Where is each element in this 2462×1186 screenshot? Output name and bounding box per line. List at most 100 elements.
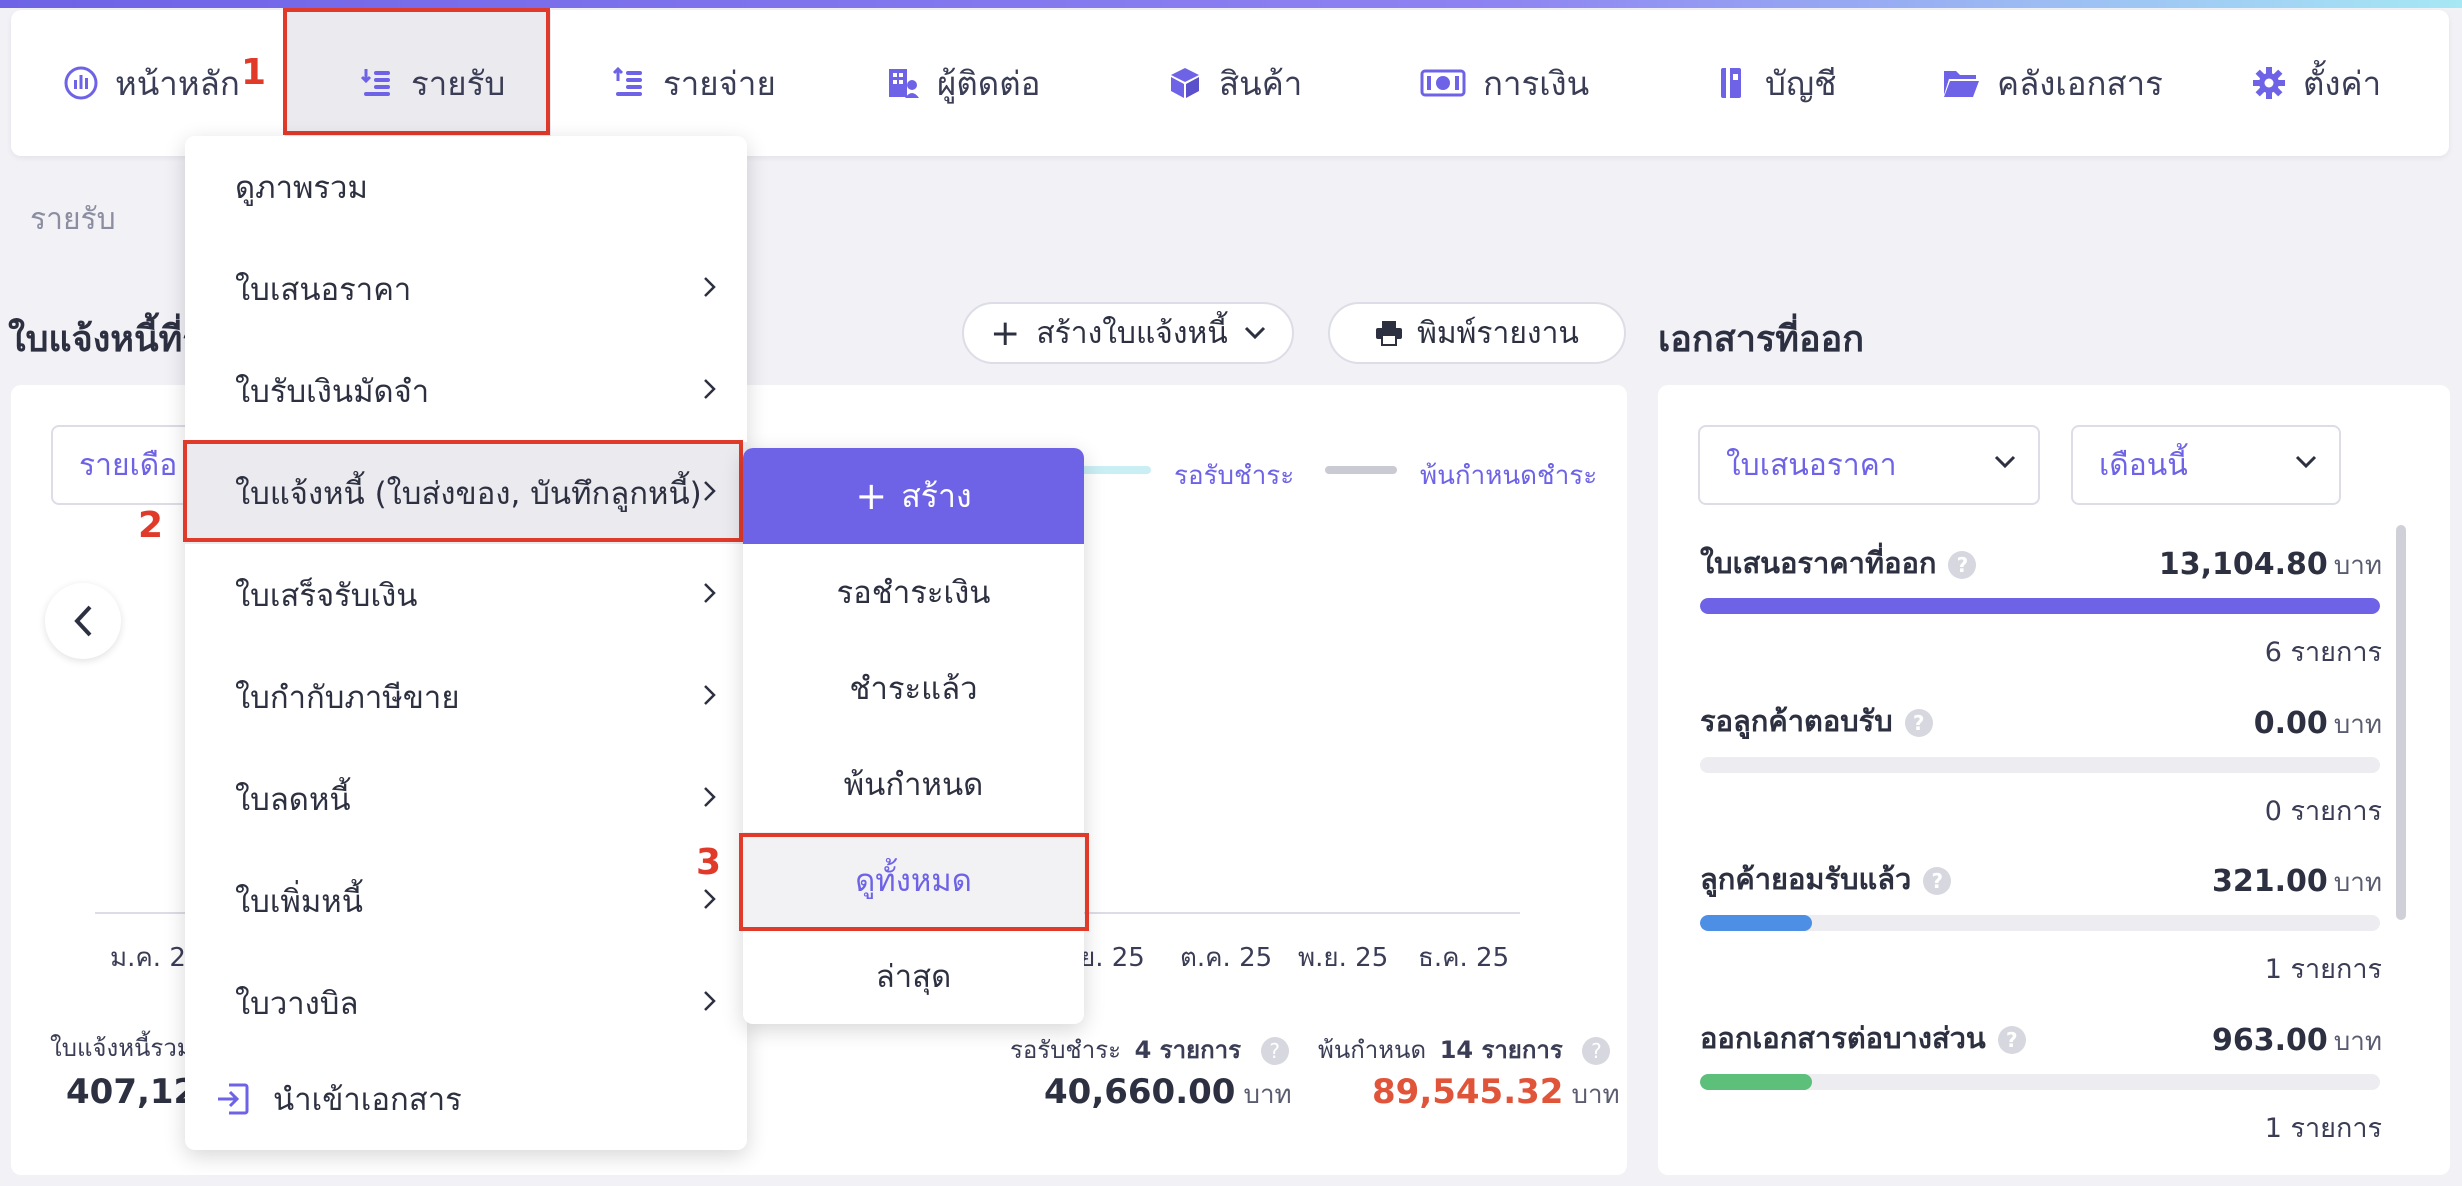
doc-row-title: ใบเสนอราคาที่ออก? [1700,540,1977,586]
help-icon[interactable]: ? [1260,1037,1289,1065]
nav-item-accounting[interactable]: บัญชี [1713,10,1836,156]
doc-row-bar [1700,915,2380,931]
account-book-icon [1721,68,1741,98]
nav-item-documents[interactable]: คลังเอกสาร [1941,10,2163,156]
money-icon [1420,69,1466,97]
submenu-item-latest[interactable]: ล่าสุด [743,928,1084,1024]
invoice-section-title: ใบแจ้งหนี้ที่รั [8,319,202,360]
submenu-item-overdue[interactable]: พ้นกำหนด [743,736,1084,832]
overdue-count: 14 รายการ [1439,1036,1563,1064]
doc-row-amount: 321.00 บาท [2211,864,2382,899]
nav-label: คลังเอกสาร [1997,63,2163,103]
dashboard-icon [64,66,98,100]
help-icon[interactable]: ? [1948,551,1977,579]
menu-item-import-documents[interactable]: นำเข้าเอกสาร [185,1048,747,1150]
nav-label: ตั้งค่า [2303,63,2382,103]
pending-value-row: 40,660.00 บาท [1044,1072,1292,1115]
nav-label: หน้าหลัก [115,63,240,103]
nav-label: รายจ่าย [663,63,776,103]
nav-item-products[interactable]: สินค้า [1167,10,1302,156]
nav-item-home[interactable]: หน้าหลัก [63,10,240,156]
chevron-right-icon [704,889,716,909]
pending-stat-label: รอรับชำระ 4 รายการ ? [1010,1030,1289,1069]
plus-icon: + [990,312,1021,354]
print-report-label: พิมพ์รายงาน [1417,315,1579,351]
overdue-unit: บาท [1571,1080,1620,1110]
nav-item-contacts[interactable]: ผู้ติดต่อ [885,10,1040,156]
overdue-label: พ้นกำหนด [1318,1036,1427,1064]
x-tick-label: ย. 25 [1080,943,1145,973]
submenu-item-paid[interactable]: ชำระแล้ว [743,640,1084,736]
overdue-stat-label: พ้นกำหนด 14 รายการ ? [1318,1030,1611,1069]
invoice-total-value: 407,12 [66,1072,198,1112]
chevron-down-icon [1244,326,1265,340]
create-invoice-label: สร้างใบแจ้งหนี้ [1036,315,1228,351]
doc-type-select-value: ใบเสนอราคา [1726,447,1897,483]
highlight-income-nav [283,8,550,135]
x-tick-label: ต.ค. 25 [1180,943,1273,973]
doc-row-bar [1700,1074,2380,1090]
menu-item-quotation[interactable]: ใบเสนอราคา [185,238,747,340]
step-label-2: 2 [138,505,164,546]
doc-period-select-value: เดือนนี้ [2099,447,2188,483]
gear-icon [2253,67,2285,99]
help-icon[interactable]: ? [1904,709,1933,737]
pending-value: 40,660.00 [1044,1072,1236,1112]
menu-item-debit-note[interactable]: ใบเพิ่มหนี้ [185,850,747,952]
income-dropdown-menu: ดูภาพรวม ใบเสนอราคา ใบรับเงินมัดจำ ใบแจ้… [185,136,747,1150]
docs-scrollbar[interactable] [2396,525,2406,920]
nav-item-finance[interactable]: การเงิน [1419,10,1589,156]
nav-item-expense[interactable]: รายจ่าย [611,10,776,156]
doc-row-bar-fill [1700,598,2380,614]
folder-icon [1944,71,1979,97]
doc-row-bar-fill [1700,915,1813,931]
doc-row-title: รอลูกค้าตอบรับ? [1700,698,1933,744]
help-icon[interactable]: ? [1997,1026,2026,1054]
issued-docs-title: เอกสารที่ออก [1658,319,1865,360]
legend-swatch-overdue [1325,466,1397,474]
doc-row-count: 1 รายการ [2264,1113,2382,1144]
import-icon [218,1083,249,1115]
menu-item-billing-note[interactable]: ใบวางบิล [185,952,747,1054]
doc-row-bar [1700,598,2380,614]
menu-item-receipt[interactable]: ใบเสร็จรับเงิน [185,544,747,646]
nav-item-settings[interactable]: ตั้งค่า [2251,10,2381,156]
doc-row-count: 1 รายการ [2264,954,2382,985]
submenu-item-awaiting-payment[interactable]: รอชำระเงิน [743,544,1084,640]
chart-prev-button[interactable] [45,583,121,659]
chevron-left-icon [74,605,92,637]
doc-period-select[interactable]: เดือนนี้ [2071,425,2341,505]
chevron-right-icon [704,277,716,297]
printer-icon [1376,321,1403,346]
step-label-1: 1 [241,52,267,93]
chevron-right-icon [704,583,716,603]
submenu-create-button[interactable]: + สร้าง [743,448,1084,544]
doc-row-bar-fill [1700,1074,1813,1090]
menu-item-overview[interactable]: ดูภาพรวม [185,136,747,238]
doc-row-amount: 0.00 บาท [2253,706,2382,741]
doc-row-count: 6 รายการ [2264,637,2382,668]
doc-row-amount: 963.00 บาท [2211,1023,2382,1058]
contacts-building-icon [889,69,919,98]
menu-item-deposit-receipt[interactable]: ใบรับเงินมัดจำ [185,340,747,442]
create-invoice-button[interactable]: + สร้างใบแจ้งหนี้ [962,302,1294,364]
invoice-submenu: + สร้าง รอชำระเงิน ชำระแล้ว พ้นกำหนด ดูท… [743,448,1084,1024]
x-tick-label: ธ.ค. 25 [1418,943,1510,973]
overdue-value-row: 89,545.32 บาท [1372,1072,1620,1115]
menu-item-tax-invoice[interactable]: ใบกำกับภาษีขาย [185,646,747,748]
breadcrumb: รายรับ [30,202,116,237]
step-label-3: 3 [696,842,722,883]
print-report-button[interactable]: พิมพ์รายงาน [1328,302,1626,364]
doc-type-select[interactable]: ใบเสนอราคา [1698,425,2040,505]
help-icon[interactable]: ? [1582,1037,1611,1065]
import-label: นำเข้าเอกสาร [273,1082,462,1118]
pending-count: 4 รายการ [1134,1036,1242,1064]
chevron-right-icon [704,685,716,705]
top-accent-bar [0,0,2462,8]
help-icon[interactable]: ? [1923,867,1952,895]
plus-icon: + [855,474,888,518]
chevron-right-icon [704,787,716,807]
period-select-value: รายเดือ [79,447,178,483]
menu-item-credit-note[interactable]: ใบลดหนี้ [185,748,747,850]
pending-unit: บาท [1243,1080,1292,1110]
